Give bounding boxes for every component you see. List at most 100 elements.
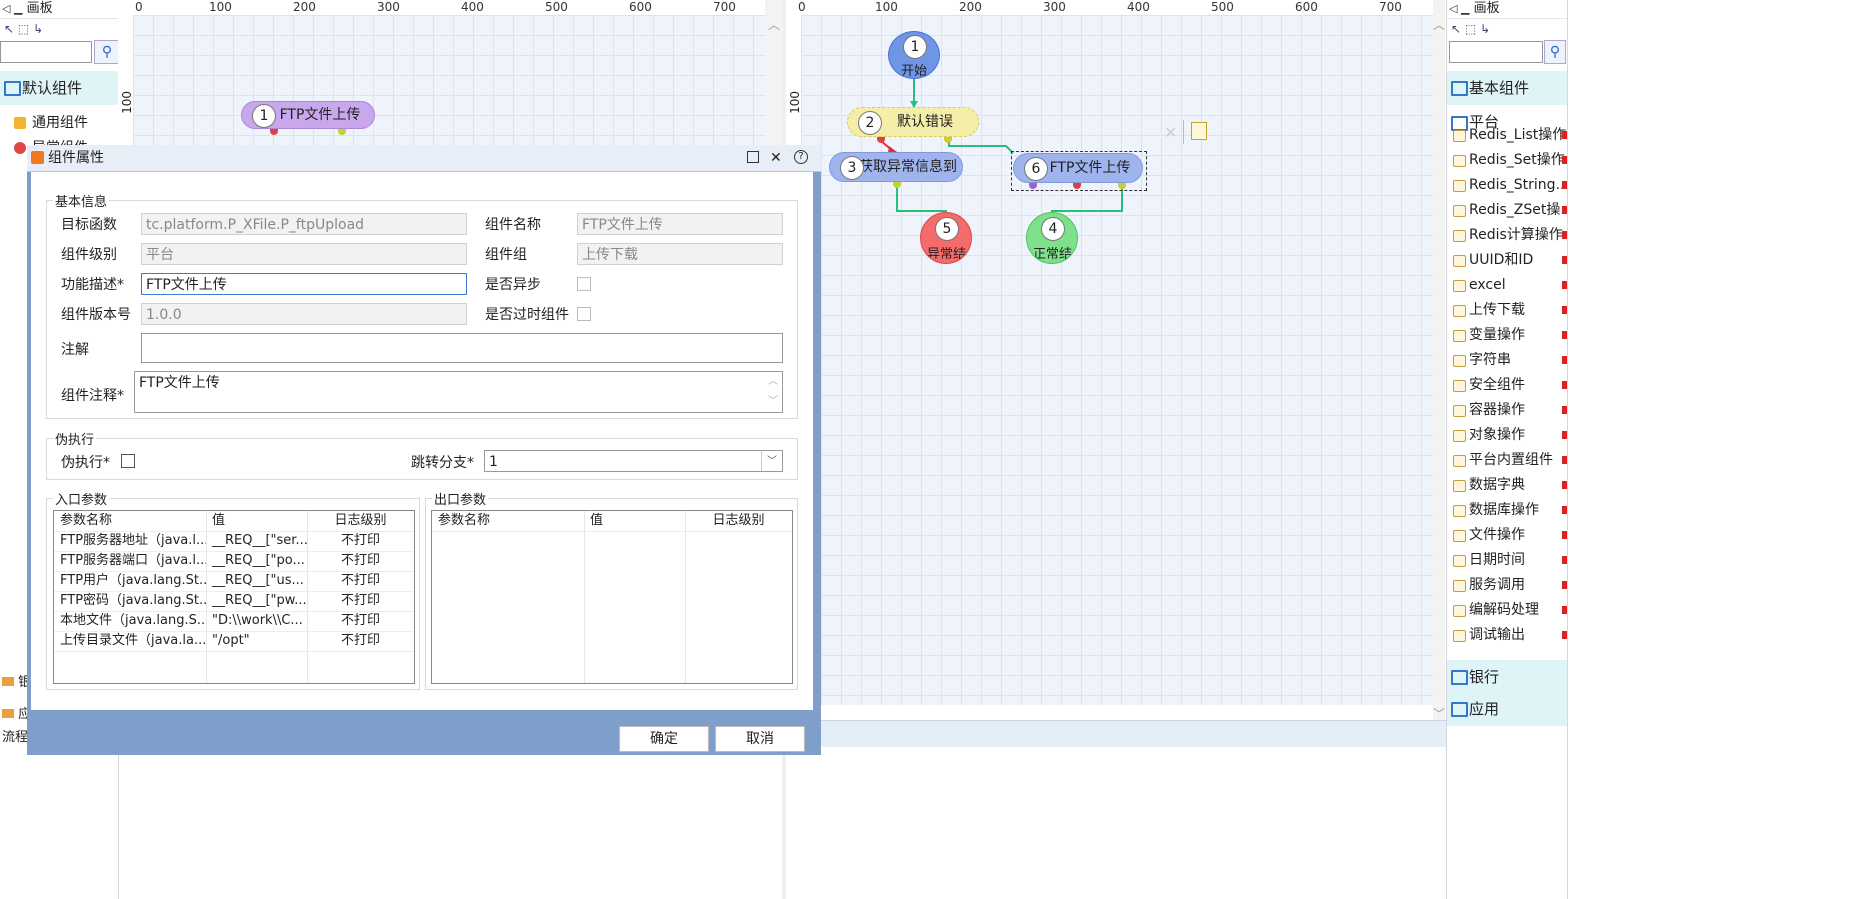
palette-item-platform[interactable]: Redis计算操作 [1447, 223, 1567, 248]
ftp-upload-node[interactable]: 6 FTP文件上传 [1013, 153, 1143, 183]
column-header[interactable]: 值 [584, 511, 685, 531]
get-error-info-node[interactable]: 3 获取异常信息到 [829, 152, 963, 182]
version-field[interactable]: 1.0.0 [141, 303, 467, 325]
palette-item-platform[interactable]: Redis_List操作 [1447, 123, 1567, 148]
ruler-tick: 500 [545, 0, 568, 14]
component-name-field[interactable]: FTP文件上传 [577, 213, 783, 235]
scroll-up-icon[interactable]: ︿ [768, 16, 780, 33]
delete-icon[interactable]: ✕ [1164, 123, 1177, 142]
textarea-scroll-up-icon[interactable]: ︿ [768, 372, 778, 392]
function-desc-input[interactable]: FTP文件上传 [141, 273, 467, 295]
table-row[interactable]: FTP用户（java.lang.St... __REQ__["us... 不打印 [54, 571, 414, 592]
table-row[interactable]: 上传目录文件（java.la... "/opt" 不打印 [54, 631, 414, 652]
left-scrollbar[interactable]: ︿ [765, 0, 782, 150]
component-level-field[interactable]: 平台 [141, 243, 467, 265]
table-row[interactable]: FTP服务器地址（java.l... __REQ__["ser... 不打印 [54, 531, 414, 552]
category-bank[interactable]: 银行 [1447, 660, 1567, 694]
table-cell: 不打印 [340, 573, 380, 588]
right-scrollbar[interactable]: ︿ ﹀ [1433, 0, 1445, 721]
normal-end-node[interactable]: 4 正常结 [1026, 212, 1078, 264]
palette-item-platform[interactable]: 日期时间 [1447, 548, 1567, 573]
target-function-field[interactable]: tc.platform.P_XFile.P_ftpUpload [141, 213, 467, 235]
deprecated-checkbox[interactable] [577, 307, 591, 321]
table-row[interactable]: FTP服务器端口（java.l... __REQ__["po... 不打印 [54, 551, 414, 572]
maximize-icon[interactable] [747, 151, 759, 163]
marquee-tool-icon[interactable]: ⬚ [1465, 22, 1476, 36]
branch-select[interactable]: 1 ﹀ [484, 450, 783, 472]
column-header[interactable]: 参数名称 [54, 511, 206, 531]
scroll-up-icon[interactable]: ︿ [1433, 16, 1445, 33]
connect-tool-icon[interactable]: ↳ [33, 22, 43, 36]
palette-item-platform[interactable]: 对象操作 [1447, 423, 1567, 448]
right-search-input[interactable] [1449, 41, 1543, 63]
palette-item-platform[interactable]: 上传下载 [1447, 298, 1567, 323]
palette-item-platform[interactable]: 文件操作 [1447, 523, 1567, 548]
palette-item-platform[interactable]: 服务调用 [1447, 573, 1567, 598]
palette-item-platform[interactable]: 通讯前置 [1447, 648, 1567, 651]
select-tool-icon[interactable]: ↖ [1451, 22, 1461, 36]
start-node[interactable]: 1 开始 [888, 31, 940, 79]
palette-item-platform[interactable]: Redis_ZSet操... [1447, 198, 1567, 223]
palette-item-platform[interactable]: 调试输出 [1447, 623, 1567, 648]
table-row[interactable]: FTP密码（java.lang.St... __REQ__["pw... 不打印 [54, 591, 414, 612]
palette-item-platform[interactable]: 编解码处理 [1447, 598, 1567, 623]
right-palette: ◁ ▁ 画板 ↖ ⬚ ↳ ⚲ 基本组件 平台 Redis_List操作 Redis… [1446, 0, 1568, 899]
palette-item-platform[interactable]: 字符串 [1447, 348, 1567, 373]
default-error-node[interactable]: 2 默认错误 [847, 107, 979, 137]
category-app[interactable]: 应用 [1447, 692, 1567, 726]
column-header[interactable]: 参数名称 [432, 511, 584, 531]
port-ok[interactable] [338, 129, 346, 135]
left-ftp-node[interactable]: 1 FTP文件上传 [241, 101, 375, 129]
close-icon[interactable]: ✕ [770, 145, 782, 171]
palette-item-platform[interactable]: 安全组件 [1447, 373, 1567, 398]
edit-properties-icon[interactable] [1191, 122, 1207, 140]
cancel-button[interactable]: 取消 [715, 726, 805, 752]
app-folder-icon [2, 709, 14, 718]
category-default[interactable]: 默认组件 [0, 71, 118, 105]
async-label: 是否异步 [485, 277, 541, 293]
palette-item-platform[interactable]: 变量操作 [1447, 323, 1567, 348]
help-icon[interactable]: ? [794, 150, 808, 164]
left-search-input[interactable] [0, 41, 92, 63]
palette-item-platform[interactable]: Redis_Set操作 [1447, 148, 1567, 173]
folder-icon [1453, 605, 1466, 617]
palette-item-platform[interactable]: excel [1447, 273, 1567, 298]
async-checkbox[interactable] [577, 277, 591, 291]
component-group-field[interactable]: 上传下载 [577, 243, 783, 265]
port-error[interactable] [270, 129, 278, 135]
column-header[interactable]: 日志级别 [685, 511, 792, 531]
palette-item-platform[interactable]: 数据字典 [1447, 473, 1567, 498]
collapse-icon[interactable]: ◁ ▁ [2, 2, 22, 15]
in-params-table[interactable]: 参数名称 值 日志级别 FTP服务器地址（java.l... __REQ__["s… [53, 510, 415, 684]
error-end-node[interactable]: 5 异常结 [920, 212, 972, 264]
column-header[interactable]: 值 [206, 511, 307, 531]
annotation-input[interactable] [141, 333, 783, 363]
left-canvas[interactable]: 1 FTP文件上传 [133, 15, 765, 150]
palette-item-platform[interactable]: 容器操作 [1447, 398, 1567, 423]
select-tool-icon[interactable]: ↖ [4, 22, 14, 36]
palette-item-general[interactable]: 通用组件 [0, 111, 118, 136]
table-row[interactable]: 本地文件（java.lang.S... "D:\\work\\C... 不打印 [54, 611, 414, 632]
table-cell: FTP密码（java.lang.St... [60, 593, 206, 608]
connect-tool-icon[interactable]: ↳ [1480, 22, 1490, 36]
palette-item-platform[interactable]: 平台内置组件 [1447, 448, 1567, 473]
fake-exec-checkbox[interactable] [121, 454, 135, 468]
status-marker [1562, 481, 1567, 489]
palette-item-platform[interactable]: UUID和ID [1447, 248, 1567, 273]
status-marker [1562, 281, 1567, 289]
palette-item-platform[interactable]: 数据库操作 [1447, 498, 1567, 523]
chevron-down-icon[interactable]: ﹀ [761, 451, 782, 471]
out-params-table[interactable]: 参数名称 值 日志级别 [431, 510, 793, 684]
palette-item-platform[interactable]: Redis_String... [1447, 173, 1567, 198]
table-cell: 不打印 [340, 593, 380, 608]
search-icon[interactable]: ⚲ [94, 40, 120, 64]
marquee-tool-icon[interactable]: ⬚ [18, 22, 29, 36]
component-comment-textarea[interactable]: FTP文件上传 ︿ ﹀ [134, 371, 783, 413]
textarea-scroll-down-icon[interactable]: ﹀ [768, 392, 778, 412]
collapse-icon[interactable]: ◁ ▁ [1449, 2, 1469, 15]
ok-button[interactable]: 确定 [619, 726, 709, 752]
search-icon[interactable]: ⚲ [1544, 40, 1566, 64]
column-header[interactable]: 日志级别 [307, 511, 414, 531]
right-canvas[interactable]: 1 开始 2 默认错误 3 获取异常信息到 6 FTP文件上传 5 异常结 4 … [801, 15, 1433, 705]
category-basic[interactable]: 基本组件 [1447, 71, 1567, 105]
